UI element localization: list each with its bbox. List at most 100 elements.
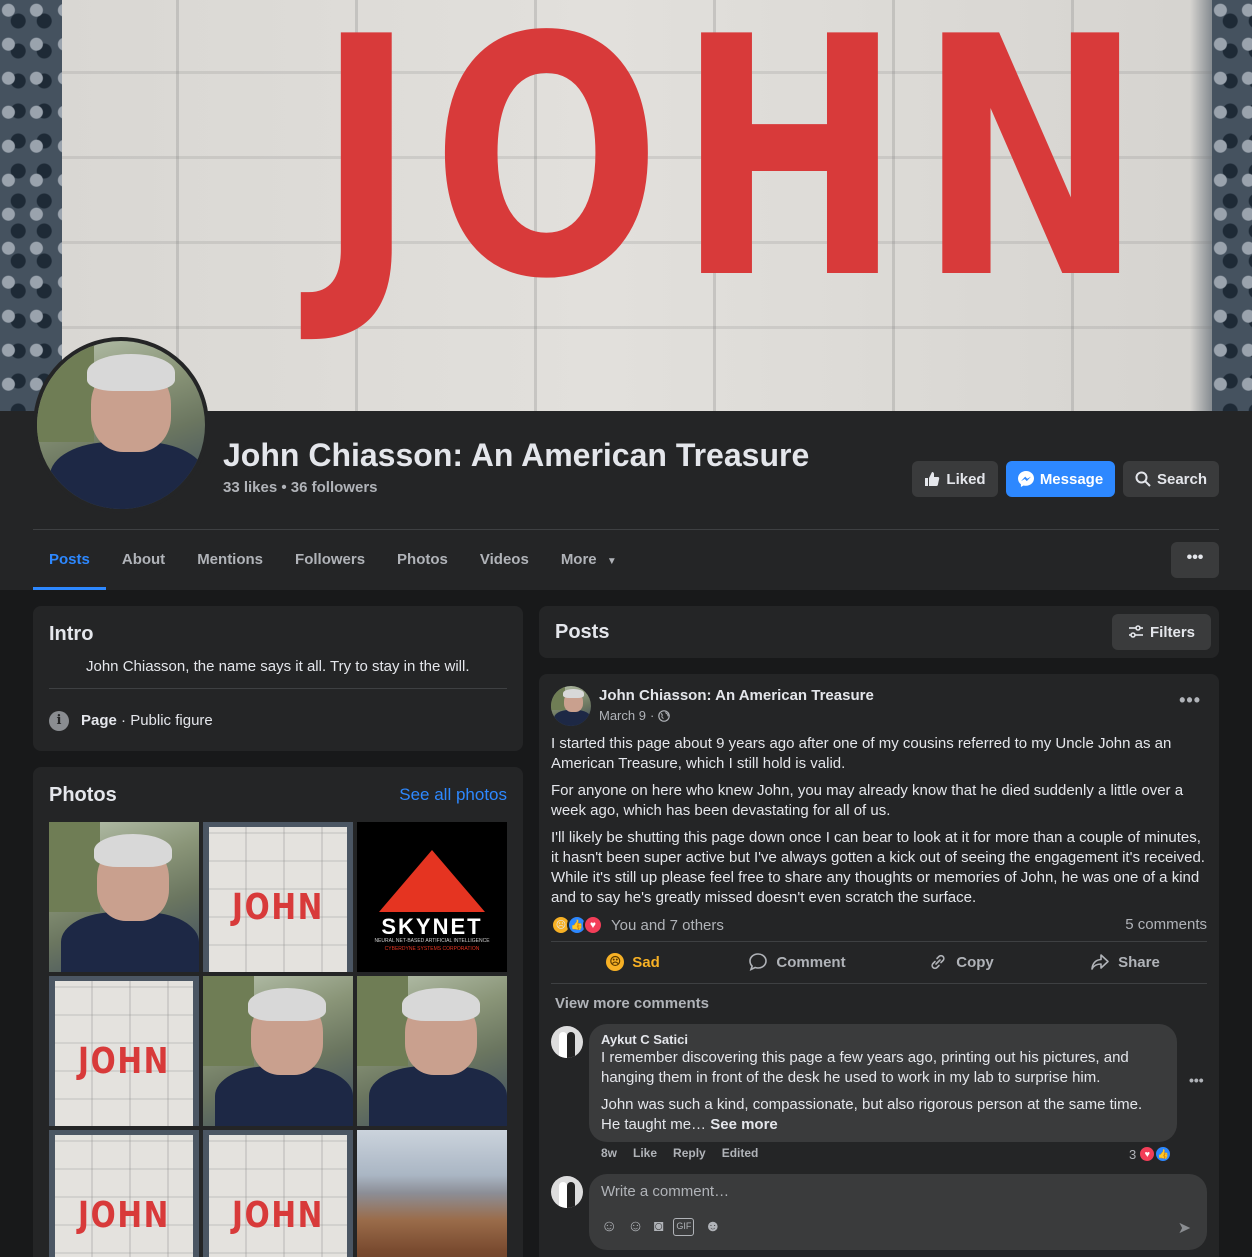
sad-reaction-button[interactable]: ☹ Sad bbox=[551, 942, 715, 982]
comment-edited-label[interactable]: Edited bbox=[722, 1146, 759, 1160]
tab-videos[interactable]: Videos bbox=[464, 530, 545, 590]
post-meta: March 9 · bbox=[599, 708, 671, 723]
photo-tile[interactable] bbox=[203, 976, 353, 1126]
post-options-icon[interactable]: ••• bbox=[1179, 690, 1201, 711]
posts-title: Posts bbox=[555, 621, 610, 643]
share-label: Share bbox=[1118, 953, 1160, 971]
post-author[interactable]: John Chiasson: An American Treasure bbox=[599, 687, 874, 704]
comment-reactions[interactable]: 3 ♥ 👍 bbox=[1129, 1145, 1173, 1163]
avatar-sticker-icon[interactable]: ☺ bbox=[601, 1218, 617, 1236]
page-category: Page · Public figure bbox=[81, 712, 213, 729]
comment-time[interactable]: 8w bbox=[601, 1146, 617, 1160]
photo-grid: JOHN SKYNET NEURAL NET-BASED ARTIFICIAL … bbox=[49, 822, 507, 1257]
comment-input[interactable]: Write a comment… bbox=[601, 1183, 729, 1200]
caret-down-icon: ▼ bbox=[606, 556, 617, 567]
comments-count[interactable]: 5 comments bbox=[1125, 916, 1207, 933]
photos-title: Photos bbox=[49, 784, 117, 806]
like-reaction-icon: 👍 bbox=[1154, 1145, 1173, 1163]
comment-composer[interactable]: Write a comment… ☺ ☺ ◙ GIF ☻ ➤ bbox=[589, 1174, 1207, 1250]
comment-paragraph: John was such a kind, compassionate, but… bbox=[601, 1096, 1143, 1133]
love-reaction-icon: ♥ bbox=[583, 915, 603, 935]
comment-reply-button[interactable]: Reply bbox=[673, 1146, 706, 1160]
my-avatar[interactable] bbox=[551, 1176, 583, 1208]
sad-face-icon: ☹ bbox=[606, 953, 625, 971]
photo-tile[interactable]: JOHN bbox=[203, 1130, 353, 1257]
comment-text: I remember discovering this page a few y… bbox=[601, 1048, 1161, 1142]
post-reactions[interactable]: ☹ 👍 ♥ You and 7 others bbox=[551, 915, 724, 935]
copy-link-button[interactable]: Copy bbox=[879, 942, 1043, 982]
post-body: I started this page about 9 years ago af… bbox=[551, 734, 1211, 915]
tab-posts[interactable]: Posts bbox=[33, 530, 106, 590]
filters-label: Filters bbox=[1149, 623, 1195, 641]
tab-more[interactable]: More ▼ bbox=[545, 530, 633, 590]
comment-label: Comment bbox=[776, 953, 846, 971]
reactions-summary: You and 7 others bbox=[611, 916, 724, 934]
liked-button[interactable]: Liked bbox=[912, 461, 998, 497]
comment-like-button[interactable]: Like bbox=[633, 1146, 657, 1160]
intro-card: Intro John Chiasson, the name says it al… bbox=[33, 606, 523, 751]
search-label: Search bbox=[1156, 470, 1208, 488]
copy-label: Copy bbox=[956, 953, 994, 971]
message-label: Message bbox=[1039, 470, 1104, 488]
post-actions: ☹ Sad Comment Copy Share bbox=[551, 942, 1207, 982]
profile-picture[interactable] bbox=[33, 337, 209, 513]
photo-tile[interactable]: JOHN bbox=[49, 1130, 199, 1257]
comment-bubble: Aykut C Satici I remember discovering th… bbox=[589, 1024, 1177, 1142]
send-icon[interactable]: ➤ bbox=[1178, 1218, 1191, 1238]
tab-mentions[interactable]: Mentions bbox=[181, 530, 279, 590]
thumbs-up-icon bbox=[925, 472, 940, 486]
see-all-photos-link[interactable]: See all photos bbox=[399, 785, 507, 805]
post-paragraph: I'll likely be shutting this page down o… bbox=[551, 829, 1205, 906]
post-date[interactable]: March 9 bbox=[599, 708, 646, 723]
tab-about[interactable]: About bbox=[106, 530, 181, 590]
comment-options-icon[interactable]: ••• bbox=[1189, 1072, 1204, 1088]
see-more-link[interactable]: See more bbox=[710, 1116, 778, 1133]
sad-label: Sad bbox=[632, 953, 660, 971]
messenger-icon bbox=[1017, 471, 1034, 487]
page-tabs: Posts About Mentions Followers Photos Vi… bbox=[33, 530, 633, 590]
photo-tile[interactable]: JOHN bbox=[49, 976, 199, 1126]
more-options-button[interactable]: ••• bbox=[1171, 542, 1219, 578]
intro-title: Intro bbox=[49, 623, 94, 645]
post-paragraph: I started this page about 9 years ago af… bbox=[551, 735, 1172, 772]
photo-tile[interactable]: SKYNET NEURAL NET-BASED ARTIFICIAL INTEL… bbox=[357, 822, 507, 972]
post-paragraph: For anyone on here who knew John, you ma… bbox=[551, 782, 1184, 819]
photo-tile[interactable] bbox=[357, 976, 507, 1126]
page-stats[interactable]: 33 likes • 36 followers bbox=[223, 479, 378, 496]
gif-icon[interactable]: GIF bbox=[673, 1218, 695, 1236]
sticker-icon[interactable]: ☻ bbox=[704, 1218, 721, 1236]
view-more-comments-link[interactable]: View more comments bbox=[555, 995, 709, 1012]
search-icon bbox=[1135, 471, 1151, 487]
posts-header-card: Posts Filters bbox=[539, 606, 1219, 658]
camera-icon[interactable]: ◙ bbox=[654, 1218, 664, 1236]
commenter-name[interactable]: Aykut C Satici bbox=[601, 1032, 688, 1047]
intro-divider bbox=[49, 688, 507, 689]
comment-button[interactable]: Comment bbox=[715, 942, 879, 982]
tab-photos[interactable]: Photos bbox=[381, 530, 464, 590]
photo-tile[interactable] bbox=[357, 1130, 507, 1257]
liked-label: Liked bbox=[946, 470, 986, 488]
post-card: John Chiasson: An American Treasure Marc… bbox=[539, 674, 1219, 1257]
commenter-avatar[interactable] bbox=[551, 1026, 583, 1058]
filters-button[interactable]: Filters bbox=[1112, 614, 1211, 650]
share-button[interactable]: Share bbox=[1043, 942, 1207, 982]
photo-tile[interactable]: JOHN bbox=[203, 822, 353, 972]
cover-photo[interactable]: JOHN bbox=[0, 0, 1252, 411]
cover-text: JOHN bbox=[316, 0, 1159, 351]
page-label: Page bbox=[81, 712, 117, 729]
post-divider bbox=[551, 983, 1207, 984]
search-button[interactable]: Search bbox=[1123, 461, 1219, 497]
composer-tools: ☺ ☺ ◙ GIF ☻ bbox=[601, 1218, 721, 1236]
message-button[interactable]: Message bbox=[1006, 461, 1115, 497]
photo-tile[interactable] bbox=[49, 822, 199, 972]
photos-card: Photos See all photos JOHN SKYNET NEURAL… bbox=[33, 767, 523, 1257]
link-icon bbox=[931, 954, 945, 970]
share-icon bbox=[1091, 954, 1109, 970]
post-author-avatar[interactable] bbox=[551, 686, 591, 726]
comment-reaction-count: 3 bbox=[1129, 1146, 1137, 1162]
comment-meta: 8w Like Reply Edited bbox=[601, 1146, 758, 1160]
globe-icon bbox=[658, 709, 671, 722]
comment-paragraph: I remember discovering this page a few y… bbox=[601, 1049, 1129, 1086]
emoji-icon[interactable]: ☺ bbox=[627, 1218, 643, 1236]
tab-followers[interactable]: Followers bbox=[279, 530, 381, 590]
